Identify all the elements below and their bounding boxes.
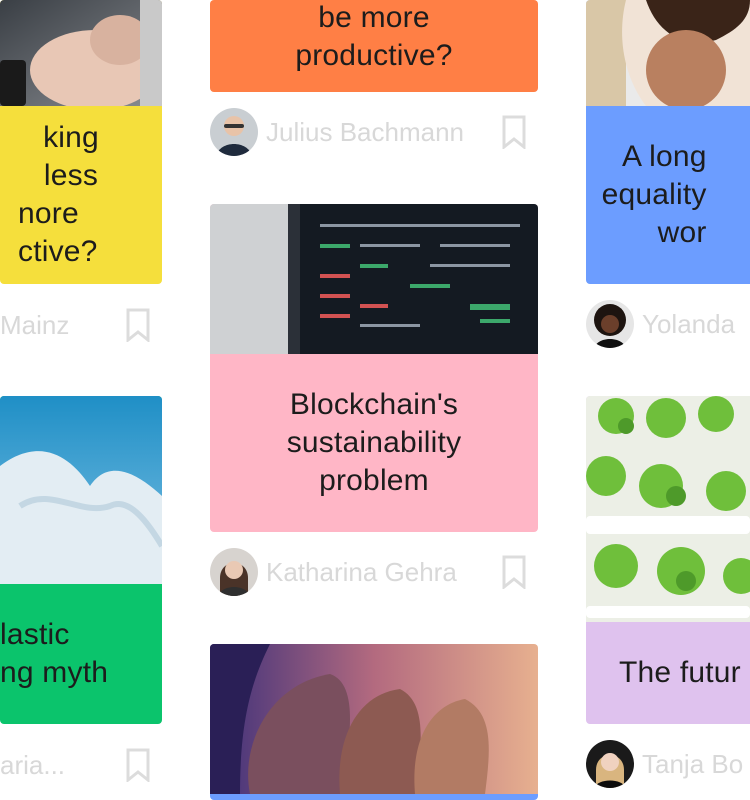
author-name[interactable]: Tanja Bo — [642, 749, 743, 780]
article-card-plastic[interactable]: lastic ng myth — [0, 396, 162, 724]
bookmark-icon[interactable] — [502, 555, 526, 589]
card-title-line: nore — [18, 197, 79, 230]
woman-portrait-image — [586, 0, 750, 110]
trading-screen-image — [210, 204, 538, 354]
women-faces-image — [210, 644, 538, 794]
article-card-future[interactable]: The futur — [586, 396, 750, 724]
card-title-line: A long — [622, 140, 707, 173]
card-title-line: sustainability — [286, 426, 462, 459]
author-name[interactable]: aria... — [0, 750, 65, 781]
article-card-equality[interactable]: A long equality wor — [586, 0, 750, 284]
article-card-productive-orange[interactable]: be more productive? — [210, 0, 538, 92]
card-meta: Yolanda — [586, 299, 750, 349]
card-title-line: problem — [319, 464, 429, 497]
card-title: king less nore ctive? — [0, 106, 162, 284]
card-title-line: wor — [657, 216, 707, 249]
article-card-blockchain[interactable]: Blockchain's sustainability problem — [210, 204, 538, 532]
person-avatar-icon[interactable] — [586, 740, 634, 788]
hydroponic-lettuce-image — [586, 396, 750, 622]
card-meta: aria... — [0, 740, 162, 790]
card-title-line: equality — [601, 178, 707, 211]
article-card-productive[interactable]: king less nore ctive? — [0, 0, 162, 284]
bookmark-icon[interactable] — [126, 748, 150, 782]
card-meta: Katharina Gehra — [210, 547, 538, 597]
card-title-line: lastic — [0, 618, 70, 651]
person-avatar-icon[interactable] — [210, 108, 258, 156]
author-name[interactable]: Mainz — [0, 310, 69, 341]
card-title: lastic ng myth — [0, 584, 162, 724]
author-name[interactable]: Katharina Gehra — [266, 557, 457, 588]
card-title: A long equality wor — [586, 106, 750, 284]
card-meta: Mainz — [0, 300, 162, 350]
author-name[interactable]: Yolanda — [642, 309, 735, 340]
article-card-women[interactable] — [210, 644, 538, 800]
bookmark-icon[interactable] — [502, 115, 526, 149]
bookmark-icon[interactable] — [126, 308, 150, 342]
person-avatar-icon[interactable] — [586, 300, 634, 348]
card-meta: Julius Bachmann — [210, 107, 538, 157]
card-title-line: be more — [318, 1, 430, 34]
card-title-line: king less — [43, 121, 99, 192]
card-title-line: The futur — [619, 656, 741, 689]
card-title-line: productive? — [295, 39, 453, 72]
card-title-line: ctive? — [18, 235, 98, 268]
person-avatar-icon[interactable] — [210, 548, 258, 596]
plastic-bag-image — [0, 396, 162, 584]
card-title: The futur — [586, 622, 750, 724]
author-name[interactable]: Julius Bachmann — [266, 117, 464, 148]
smartphone-hands-image — [0, 0, 162, 110]
card-meta: Tanja Bo — [586, 739, 750, 789]
card-title-line: ng myth — [0, 656, 109, 689]
card-title: Blockchain's sustainability problem — [210, 354, 538, 532]
card-title-line: Blockchain's — [289, 388, 459, 421]
card-title: be more productive? — [210, 0, 538, 92]
card-color-strip — [210, 794, 538, 800]
